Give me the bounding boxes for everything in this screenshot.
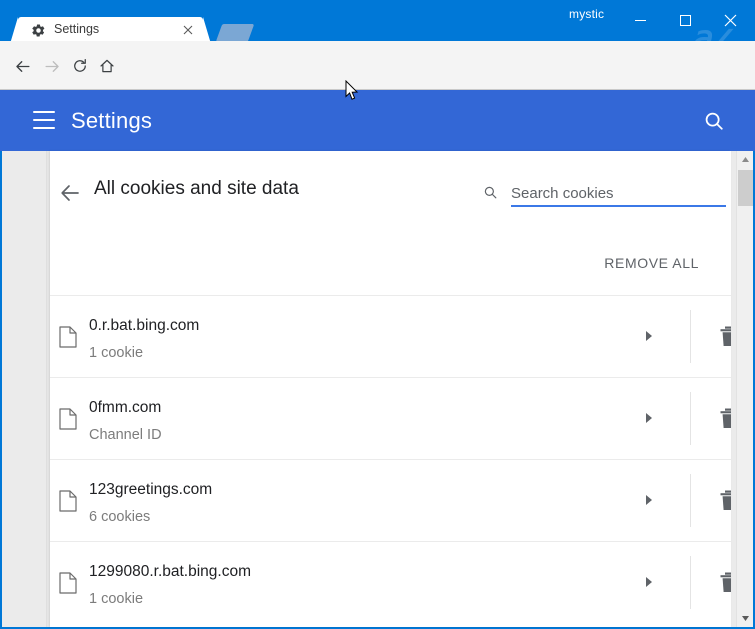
tab-title: Settings (54, 22, 99, 36)
cookie-row[interactable]: 123greetings.com 6 cookies (50, 459, 731, 541)
cookie-list: 0.r.bat.bing.com 1 cookie 0fmm.com Channel … (50, 295, 731, 623)
expand-chevron-icon[interactable] (643, 329, 657, 343)
scrollbar-thumb[interactable] (738, 170, 753, 206)
tab-close-icon[interactable] (181, 23, 195, 37)
cookie-site-name: 1299080.r.bat.bing.com (89, 560, 251, 584)
cookie-row-text: 0.r.bat.bing.com 1 cookie (89, 314, 199, 365)
row-divider (690, 474, 691, 527)
delete-cookie-icon[interactable] (719, 572, 731, 593)
file-icon (59, 572, 77, 594)
remove-all-row: REMOVE ALL (50, 247, 731, 295)
home-icon (98, 57, 116, 75)
search-icon (483, 185, 498, 200)
expand-chevron-icon[interactable] (643, 575, 657, 589)
tab-settings[interactable]: Settings (18, 17, 203, 44)
arrow-left-icon (13, 57, 32, 76)
cookies-card: All cookies and site data REMOVE ALL 0.r… (50, 151, 731, 627)
row-divider (690, 392, 691, 445)
file-icon (59, 326, 77, 348)
settings-header-bar: Settings (0, 90, 755, 151)
title-bar: ℁ mystic Settings (0, 0, 755, 41)
hamburger-line (33, 111, 55, 113)
maximize-button[interactable] (663, 0, 708, 41)
cookie-detail: 1 cookie (89, 341, 199, 365)
cookie-row-text: 123greetings.com 6 cookies (89, 478, 212, 529)
browser-window: ℁ mystic Settings (0, 0, 755, 629)
cookie-row[interactable]: 0fmm.com Channel ID (50, 377, 731, 459)
cookie-detail: Channel ID (89, 423, 162, 447)
cookie-site-name: 123greetings.com (89, 478, 212, 502)
file-icon (59, 490, 77, 512)
minimize-button[interactable] (618, 0, 663, 41)
cookie-row[interactable]: 1299080.r.bat.bing.com 1 cookie (50, 541, 731, 623)
home-button[interactable] (94, 53, 120, 79)
row-divider (690, 556, 691, 609)
delete-cookie-icon[interactable] (719, 408, 731, 429)
search-cookies-input[interactable] (511, 181, 726, 207)
expand-chevron-icon[interactable] (643, 493, 657, 507)
cookie-detail: 6 cookies (89, 505, 212, 529)
gear-icon (31, 23, 46, 38)
scroll-up-arrow-icon[interactable] (737, 151, 754, 168)
cookie-detail: 1 cookie (89, 587, 251, 611)
content-scrollbar[interactable] (736, 151, 753, 627)
new-tab-button[interactable] (216, 24, 255, 42)
hamburger-menu-icon[interactable] (33, 111, 55, 129)
settings-search-icon[interactable] (703, 110, 725, 132)
close-button[interactable] (708, 0, 753, 41)
delete-cookie-icon[interactable] (719, 490, 731, 511)
card-left-shadow (46, 151, 48, 627)
account-label: mystic (569, 7, 604, 21)
scroll-down-arrow-icon[interactable] (737, 610, 754, 627)
cookie-row-text: 1299080.r.bat.bing.com 1 cookie (89, 560, 251, 611)
file-icon (59, 408, 77, 430)
delete-cookie-icon[interactable] (719, 326, 731, 347)
back-arrow-icon[interactable] (58, 181, 82, 205)
search-cookies-box (483, 181, 726, 209)
reload-icon (71, 57, 89, 75)
settings-content-area: All cookies and site data REMOVE ALL 0.r… (0, 151, 755, 629)
arrow-right-icon (43, 57, 62, 76)
row-divider (690, 310, 691, 363)
cookie-row-text: 0fmm.com Channel ID (89, 396, 162, 447)
cookie-site-name: 0.r.bat.bing.com (89, 314, 199, 338)
back-button[interactable] (9, 53, 35, 79)
hamburger-line (33, 127, 55, 129)
expand-chevron-icon[interactable] (643, 411, 657, 425)
reload-button[interactable] (67, 53, 93, 79)
remove-all-button[interactable]: REMOVE ALL (602, 249, 701, 277)
browser-toolbar: Chrome chrome://settings/siteData (0, 41, 755, 90)
page-subheader: All cookies and site data (50, 151, 731, 247)
forward-button[interactable] (39, 53, 65, 79)
hamburger-line (33, 119, 55, 121)
cookie-site-name: 0fmm.com (89, 396, 162, 420)
settings-title: Settings (71, 108, 152, 134)
cookie-row[interactable]: 0.r.bat.bing.com 1 cookie (50, 295, 731, 377)
page-title: All cookies and site data (94, 178, 299, 200)
close-icon (724, 14, 737, 27)
